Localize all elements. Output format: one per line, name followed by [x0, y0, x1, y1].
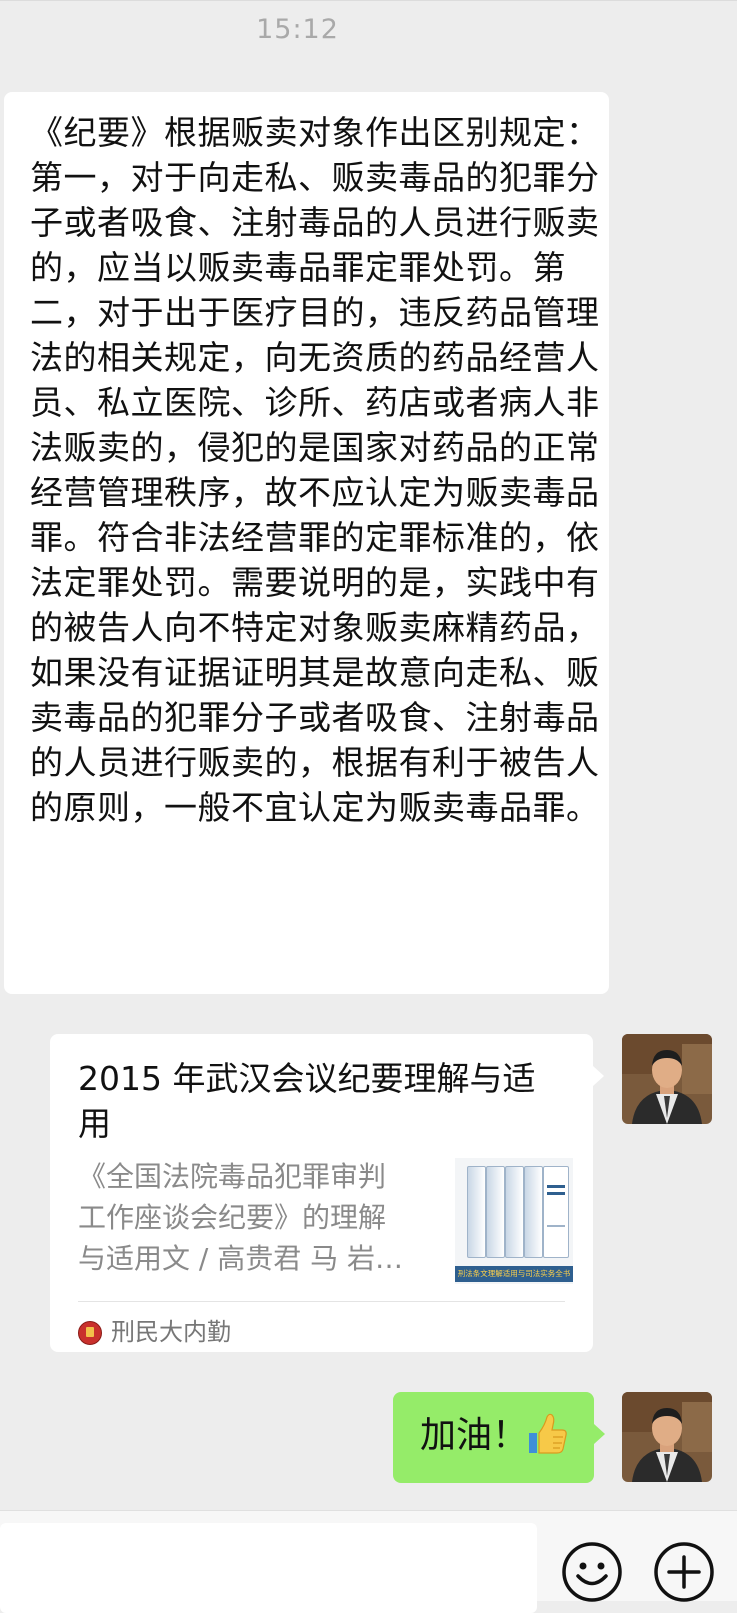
input-bar — [0, 1510, 737, 1613]
smiley-icon[interactable] — [561, 1541, 623, 1603]
sent-message-text: 加油！ — [420, 1415, 529, 1456]
card-divider — [78, 1301, 565, 1302]
received-message-bubble[interactable]: 《纪要》根据贩卖对象作出区别规定：第一，对于向走私、贩卖毒品的犯罪分子或者吸食、… — [4, 92, 609, 994]
thumbs-up-icon — [529, 1413, 567, 1454]
received-message-text: 《纪要》根据贩卖对象作出区别规定：第一，对于向走私、贩卖毒品的犯罪分子或者吸食、… — [30, 113, 600, 827]
thumbnail-caption: 刑法条文理解适用与司法实务全书 — [455, 1266, 573, 1282]
source-logo-icon — [78, 1321, 102, 1345]
sender-avatar[interactable] — [622, 1392, 712, 1482]
top-divider — [0, 0, 737, 1]
article-source-name: 刑民大内勤 — [111, 1318, 231, 1346]
article-card[interactable]: 2015 年武汉会议纪要理解与适用 《全国法院毒品犯罪审判工作座谈会纪要》的理解… — [50, 1034, 604, 1352]
plus-circle-icon[interactable] — [653, 1541, 715, 1603]
article-description: 《全国法院毒品犯罪审判工作座谈会纪要》的理解与适用文 / 高贵君 马 岩… — [78, 1160, 404, 1275]
sent-message-bubble[interactable]: 加油！ — [393, 1392, 605, 1483]
article-thumbnail: 刑法条文理解适用与司法实务全书 — [455, 1158, 573, 1284]
message-timestamp: 15:12 — [256, 14, 339, 45]
sender-avatar[interactable] — [622, 1034, 712, 1124]
article-title: 2015 年武汉会议纪要理解与适用 — [78, 1059, 536, 1143]
